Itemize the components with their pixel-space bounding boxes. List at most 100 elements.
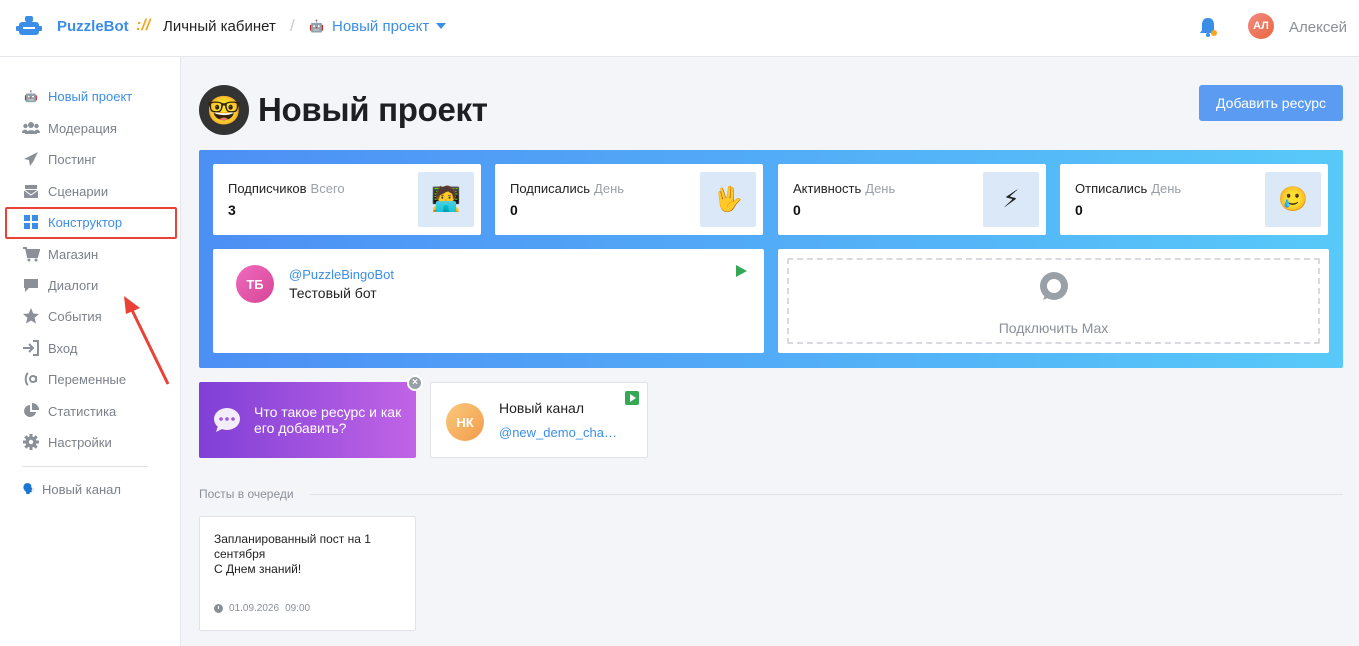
sidebar-divider bbox=[22, 466, 148, 467]
post-schedule: 01.09.2026 09:00 bbox=[214, 603, 310, 614]
breadcrumb-cabinet[interactable]: Личный кабинет bbox=[163, 18, 276, 35]
add-resource-button[interactable]: Добавить ресурс bbox=[1199, 85, 1343, 121]
resource-help-banner[interactable]: Что такое ресурс и как его добавить? bbox=[199, 382, 416, 458]
sidebar-item-login[interactable]: Вход bbox=[22, 336, 77, 360]
sidebar-item-project[interactable]: 🤖 Новый проект bbox=[22, 84, 132, 108]
channel-avatar: НК bbox=[446, 403, 484, 441]
mail-stack-icon bbox=[23, 185, 39, 198]
sign-in-icon bbox=[23, 340, 39, 356]
post-text-line: Запланированный пост на 1 сентября bbox=[214, 532, 371, 561]
sidebar-item-label: Новый проект bbox=[48, 88, 133, 104]
bell-icon[interactable] bbox=[1197, 16, 1219, 38]
lightning-icon: ⚡ bbox=[983, 172, 1039, 227]
sidebar-item-label: Переменные bbox=[48, 371, 127, 387]
project-bot-icon: 🤖 bbox=[309, 19, 324, 33]
sidebar-item-label: Модерация bbox=[48, 120, 117, 136]
scheduled-post-card[interactable]: Запланированный пост на 1 сентября С Дне… bbox=[199, 516, 416, 631]
queue-divider bbox=[310, 494, 1343, 495]
stat-label: Подписчиков bbox=[228, 181, 307, 196]
bot-card[interactable]: ТБ @PuzzleBingoBot Тестовый бот bbox=[213, 249, 764, 353]
technologist-icon: 🧑‍💻 bbox=[418, 172, 474, 227]
sidebar-item-scenarios[interactable]: Сценарии bbox=[22, 179, 108, 203]
at-icon bbox=[24, 372, 37, 386]
stat-unsubscribed-day: Отписались День 0 🥲 bbox=[1060, 164, 1328, 235]
bot-name: Тестовый бот bbox=[289, 285, 377, 301]
max-messenger-icon bbox=[1040, 272, 1068, 300]
bot-icon: 🤖 bbox=[24, 90, 38, 103]
stat-value: 0 bbox=[793, 202, 801, 218]
sidebar-item-channel[interactable]: 🗣️ Новый канал bbox=[22, 477, 121, 501]
brand-name[interactable]: PuzzleBot bbox=[57, 18, 129, 35]
connect-dashed-area[interactable]: Подключить Max bbox=[787, 258, 1320, 344]
stat-label: Отписались bbox=[1075, 181, 1148, 196]
stat-period: День bbox=[865, 181, 896, 196]
vulcan-salute-icon: 🖖 bbox=[700, 172, 756, 227]
brand-separator: :// bbox=[136, 17, 151, 34]
megaphone-icon: 🗣️ bbox=[22, 483, 36, 495]
stat-period: День bbox=[594, 181, 625, 196]
connect-max-card[interactable]: Подключить Max bbox=[778, 249, 1329, 353]
play-icon[interactable] bbox=[736, 265, 747, 277]
sidebar-item-variables[interactable]: Переменные bbox=[22, 367, 126, 391]
stat-label: Активность bbox=[793, 181, 862, 196]
users-icon bbox=[22, 122, 40, 134]
project-emoji[interactable]: 🤓 bbox=[199, 85, 249, 135]
stat-value: 0 bbox=[1075, 202, 1083, 218]
sidebar-item-label: Постинг bbox=[48, 151, 97, 167]
stat-value: 3 bbox=[228, 202, 236, 218]
channel-handle-link[interactable]: @new_demo_channel bbox=[499, 425, 619, 440]
page-title: Новый проект bbox=[258, 91, 488, 128]
sidebar-item-label: Вход bbox=[48, 340, 78, 356]
clock-icon bbox=[214, 604, 223, 613]
stat-subscribed-day: Подписались День 0 🖖 bbox=[495, 164, 763, 235]
sidebar-item-posting[interactable]: Постинг bbox=[22, 147, 96, 171]
star-icon bbox=[23, 308, 39, 324]
banner-text: Что такое ресурс и как его добавить? bbox=[254, 404, 402, 436]
sidebar: 🤖 Новый проект Модерация Постинг Сценари… bbox=[0, 57, 181, 646]
chat-icon bbox=[24, 279, 38, 292]
sidebar-item-dialogs[interactable]: Диалоги bbox=[22, 273, 98, 297]
cart-icon bbox=[23, 247, 40, 262]
red-arrow-annotation bbox=[124, 296, 170, 385]
project-selector[interactable]: Новый проект bbox=[332, 18, 429, 35]
stat-activity-day: Активность День 0 ⚡ bbox=[778, 164, 1046, 235]
gear-icon bbox=[23, 434, 39, 450]
sidebar-item-label: Сценарии bbox=[48, 183, 109, 199]
stats-panel: Подписчиков Всего 3 🧑‍💻 Подписались День 0… bbox=[199, 150, 1343, 368]
stat-value: 0 bbox=[510, 202, 518, 218]
stat-period: День bbox=[1151, 181, 1182, 196]
sidebar-item-label: Магазин bbox=[48, 246, 99, 262]
play-icon[interactable] bbox=[625, 391, 639, 405]
breadcrumb-slash: / bbox=[290, 16, 295, 35]
bot-handle-link[interactable]: @PuzzleBingoBot bbox=[289, 267, 394, 282]
sidebar-item-shop[interactable]: Магазин bbox=[22, 242, 98, 266]
sidebar-item-settings[interactable]: Настройки bbox=[22, 430, 112, 454]
top-bar: PuzzleBot :// Личный кабинет / 🤖 Новый п… bbox=[0, 0, 1359, 57]
puzzlebot-logo-icon[interactable] bbox=[16, 13, 42, 39]
close-icon[interactable]: × bbox=[407, 375, 423, 391]
sidebar-item-label: События bbox=[48, 308, 102, 324]
sidebar-item-label: Настройки bbox=[48, 434, 112, 450]
connect-max-label: Подключить Max bbox=[998, 320, 1109, 336]
stat-period: Всего bbox=[310, 181, 345, 196]
user-avatar[interactable]: АЛ bbox=[1248, 13, 1274, 39]
highlight-box bbox=[5, 207, 177, 239]
post-text-line: С Днем знаний! bbox=[214, 562, 302, 576]
post-date: 01.09.2026 bbox=[229, 603, 280, 614]
speech-bubble-icon bbox=[214, 408, 240, 432]
sidebar-item-label: Новый канал bbox=[42, 481, 121, 497]
channel-name: Новый канал bbox=[499, 400, 585, 416]
sidebar-item-events[interactable]: События bbox=[22, 304, 102, 328]
sidebar-item-moderation[interactable]: Модерация bbox=[22, 116, 117, 140]
queue-section-title: Посты в очереди bbox=[199, 487, 294, 501]
stat-subscribers: Подписчиков Всего 3 🧑‍💻 bbox=[213, 164, 481, 235]
chevron-down-icon[interactable] bbox=[436, 23, 446, 29]
paper-plane-icon bbox=[24, 152, 38, 166]
stat-label: Подписались bbox=[510, 181, 591, 196]
channel-card[interactable]: НК Новый канал @new_demo_channel bbox=[430, 382, 648, 458]
bot-avatar: ТБ bbox=[236, 265, 274, 303]
sidebar-item-statistics[interactable]: Статистика bbox=[22, 399, 116, 423]
crying-face-icon: 🥲 bbox=[1265, 172, 1321, 227]
sidebar-item-label: Диалоги bbox=[48, 277, 99, 293]
user-name[interactable]: Алексей bbox=[1289, 19, 1347, 36]
